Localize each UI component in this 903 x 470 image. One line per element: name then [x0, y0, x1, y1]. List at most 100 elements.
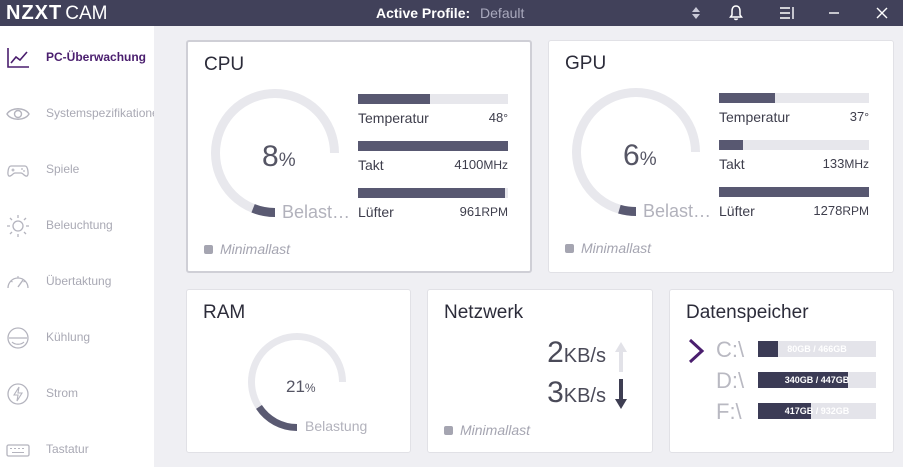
metric-fill [358, 94, 430, 104]
metric-label: Lüfter [358, 204, 394, 220]
line-chart-icon [5, 46, 31, 70]
speedometer-icon [5, 270, 31, 294]
sidebar-item-keyboard[interactable]: Tastatur [0, 430, 154, 470]
metric-fill [358, 188, 505, 198]
gpu-load-value: 6% [623, 139, 657, 172]
metric-bar [719, 93, 869, 103]
metric-bar [358, 188, 508, 198]
keyboard-icon [5, 438, 31, 462]
gauge-fill [618, 204, 637, 217]
title-bar: NZXT CAM Active Profile: Default [0, 0, 903, 26]
drive-usage-bar: 340GB / 447GB [758, 372, 876, 388]
drive-letter: F:\ [716, 399, 742, 424]
sidebar-item-power[interactable]: Strom [0, 374, 154, 414]
metric-value: 133MHz [822, 156, 869, 171]
ram-load-value: 21% [286, 377, 316, 396]
sun-icon [5, 214, 31, 238]
drive-usage-bar: 80GB / 466GB [758, 341, 876, 357]
metric-fill [719, 140, 743, 150]
metric-bar [358, 94, 508, 104]
profile-label: Active Profile: [376, 5, 471, 21]
gauge-fill [256, 404, 298, 431]
metric-bar [719, 187, 869, 197]
cpu-load-caption: Belast… [282, 202, 351, 222]
ram-load-caption: Belastung [305, 418, 368, 434]
cpu-load-value: 8% [262, 140, 296, 173]
sidebar-item-label: PC-Überwachung [46, 50, 147, 64]
sidebar-item-lighting[interactable]: Beleuchtung [0, 206, 154, 246]
logo-main: NZXT [6, 2, 63, 24]
gpu-card[interactable]: GPU 6% Belast… Temperatur 37° Takt 133MH… [548, 40, 894, 273]
sidebar-item-pc-monitoring[interactable]: PC-Überwachung [0, 38, 154, 78]
metric-fill [358, 141, 508, 151]
status-dot [204, 245, 213, 254]
bell-icon[interactable] [726, 3, 746, 23]
metric-bar [719, 140, 869, 150]
cpu-clock-metric: Takt 4100MHz [358, 141, 508, 181]
gpu-status: Minimallast [565, 240, 651, 256]
sidebar-item-label: Strom [46, 386, 79, 400]
sidebar-item-label: Tastatur [46, 442, 89, 456]
close-icon[interactable] [872, 3, 892, 23]
cpu-status: Minimallast [204, 241, 290, 257]
metric-label: Takt [358, 157, 384, 173]
metric-label: Temperatur [358, 110, 429, 126]
drive-usage-text: 80GB / 466GB [787, 344, 847, 354]
sidebar-item-label: Spiele [46, 162, 80, 176]
sidebar-item-label: Übertaktung [46, 274, 112, 288]
sidebar-item-cooling[interactable]: Kühlung [0, 318, 154, 358]
metric-value: 37° [849, 109, 869, 124]
upload-rate: 2KB/s [547, 336, 606, 369]
network-title: Netzwerk [444, 302, 524, 323]
profile-value[interactable]: Default [480, 5, 524, 21]
metric-label: Takt [719, 156, 745, 172]
chevron-right-icon [686, 337, 708, 365]
upload-arrow-icon [613, 340, 629, 374]
bolt-icon [5, 382, 31, 406]
drive-row-c[interactable]: C:\ 80GB / 466GB [686, 337, 886, 364]
download-rate: 3KB/s [547, 376, 606, 409]
gpu-title: GPU [565, 53, 607, 74]
metric-label: Temperatur [719, 109, 790, 125]
network-card[interactable]: Netzwerk 2KB/s 3KB/s Minimallast [427, 289, 653, 453]
ram-title: RAM [203, 302, 246, 323]
sidebar-item-label: Systemspezifikationen [46, 106, 154, 120]
sidebar-item-overclocking[interactable]: Übertaktung [0, 262, 154, 302]
active-profile[interactable]: Active Profile: Default [376, 0, 524, 26]
cpu-temperature-metric: Temperatur 48° [358, 94, 508, 134]
cooling-icon [5, 326, 31, 350]
logo-sub: CAM [65, 3, 108, 24]
metric-value: 4100MHz [454, 157, 508, 172]
status-dot [565, 244, 574, 253]
storage-title: Datenspeicher [686, 302, 809, 323]
gpu-clock-metric: Takt 133MHz [719, 140, 869, 180]
cpu-fan-metric: Lüfter 961RPM [358, 188, 508, 228]
gpu-load-caption: Belast… [643, 201, 712, 221]
download-arrow-icon [613, 377, 629, 411]
storage-card[interactable]: Datenspeicher C:\ 80GB / 466GB D:\ 340GB… [669, 289, 894, 453]
metric-fill [719, 187, 869, 197]
ram-card[interactable]: RAM 21% Belastung [186, 289, 411, 453]
drive-letter: D:\ [716, 368, 745, 393]
sidebar-item-label: Kühlung [46, 330, 91, 344]
sort-icon[interactable] [686, 3, 706, 23]
sidebar-item-games[interactable]: Spiele [0, 150, 154, 190]
cpu-card[interactable]: CPU 8% Belast… Temperatur 48° Takt 4100M… [186, 40, 532, 273]
metric-value: 961RPM [459, 204, 508, 219]
drive-usage-text: 417GB / 932GB [784, 406, 850, 416]
status-dot [444, 426, 453, 435]
drive-row-f[interactable]: F:\ 417GB / 932GB [686, 399, 886, 424]
gamepad-icon [5, 158, 31, 182]
minimize-icon[interactable] [824, 3, 844, 23]
gpu-fan-metric: Lüfter 1278RPM [719, 187, 869, 227]
main-content: CPU 8% Belast… Temperatur 48° Takt 4100M… [154, 26, 903, 467]
gauge-fill [251, 204, 276, 217]
sidebar-item-label: Beleuchtung [46, 218, 113, 232]
app-logo: NZXT CAM [6, 1, 107, 25]
gpu-temperature-metric: Temperatur 37° [719, 93, 869, 133]
sidebar: PC-Überwachung Systemspezifikationen Spi… [0, 26, 154, 467]
drive-row-d[interactable]: D:\ 340GB / 447GB [686, 368, 886, 393]
network-status: Minimallast [444, 422, 530, 438]
menu-icon[interactable] [776, 3, 796, 23]
sidebar-item-system-specs[interactable]: Systemspezifikationen [0, 94, 154, 134]
